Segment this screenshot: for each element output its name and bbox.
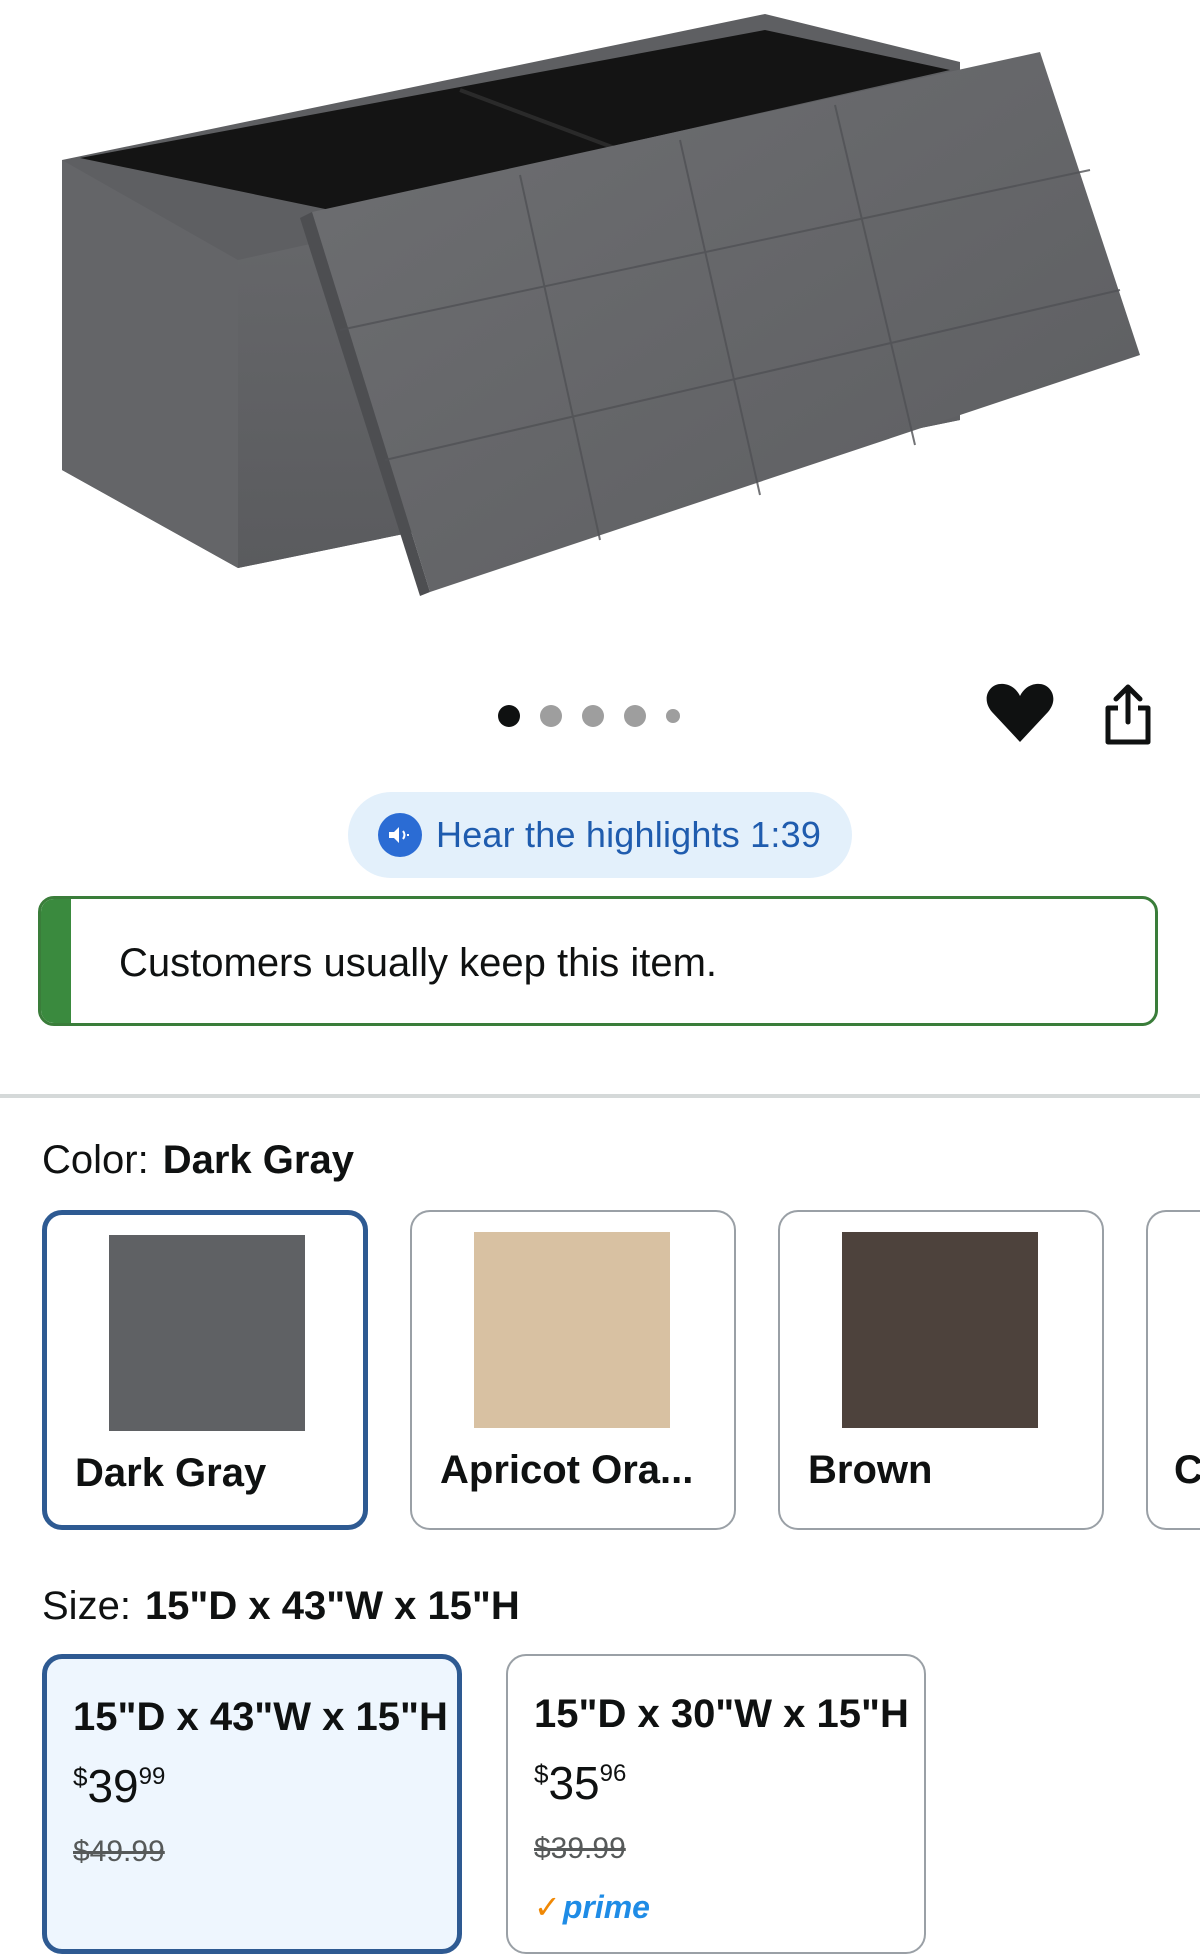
carousel-dot[interactable] <box>624 705 646 727</box>
keep-banner-text: Customers usually keep this item. <box>119 941 718 985</box>
hear-highlights-label: Hear the highlights 1:39 <box>436 814 822 855</box>
size-option-price: $3999 <box>73 1760 166 1812</box>
color-option-partial[interactable]: C <box>1146 1210 1200 1530</box>
keep-banner-accent <box>41 899 71 1023</box>
color-option-apricot[interactable]: Apricot Ora... <box>410 1210 736 1530</box>
product-image[interactable] <box>0 0 1200 640</box>
color-swatch <box>474 1232 670 1428</box>
size-option-43w[interactable]: 15"D x 43"W x 15"H $3999 $49.99 <box>42 1654 462 1954</box>
color-option-label: Dark Gray <box>75 1451 267 1495</box>
keep-item-banner: Customers usually keep this item. <box>38 896 1158 1026</box>
color-swatch <box>842 1232 1038 1428</box>
color-label-prefix: Color: <box>42 1138 149 1182</box>
color-option-dark-gray[interactable]: Dark Gray <box>42 1210 368 1530</box>
carousel-dot[interactable] <box>498 705 520 727</box>
section-divider <box>0 1094 1200 1098</box>
color-option-brown[interactable]: Brown <box>778 1210 1104 1530</box>
size-option-30w[interactable]: 15"D x 30"W x 15"H $3596 $39.99 ✓prime <box>506 1654 926 1954</box>
color-label: Color: Dark Gray <box>42 1138 354 1183</box>
color-option-label: C <box>1174 1448 1200 1493</box>
prime-badge: ✓prime <box>534 1889 650 1925</box>
carousel-dot[interactable] <box>540 705 562 727</box>
size-selected-name: 15"D x 43"W x 15"H <box>144 1584 520 1628</box>
size-option-title: 15"D x 30"W x 15"H <box>534 1692 909 1736</box>
image-carousel-dots[interactable] <box>498 704 680 728</box>
size-label: Size: 15"D x 43"W x 15"H <box>42 1584 520 1629</box>
color-swatch <box>109 1235 305 1431</box>
audio-icon <box>378 813 422 857</box>
size-option-list-price: $39.99 <box>534 1832 626 1865</box>
size-label-prefix: Size: <box>42 1584 131 1628</box>
carousel-dot[interactable] <box>666 709 680 723</box>
color-selected-name: Dark Gray <box>162 1138 354 1182</box>
size-option-price: $3596 <box>534 1757 627 1809</box>
carousel-dot[interactable] <box>582 705 604 727</box>
size-option-list-price: $49.99 <box>73 1835 165 1868</box>
heart-icon[interactable] <box>986 682 1054 744</box>
color-option-label: Apricot Ora... <box>440 1448 694 1492</box>
color-option-label: Brown <box>808 1448 933 1492</box>
hear-highlights-button[interactable]: Hear the highlights 1:39 <box>348 792 852 878</box>
size-option-title: 15"D x 43"W x 15"H <box>73 1695 448 1739</box>
share-icon[interactable] <box>1100 684 1156 746</box>
